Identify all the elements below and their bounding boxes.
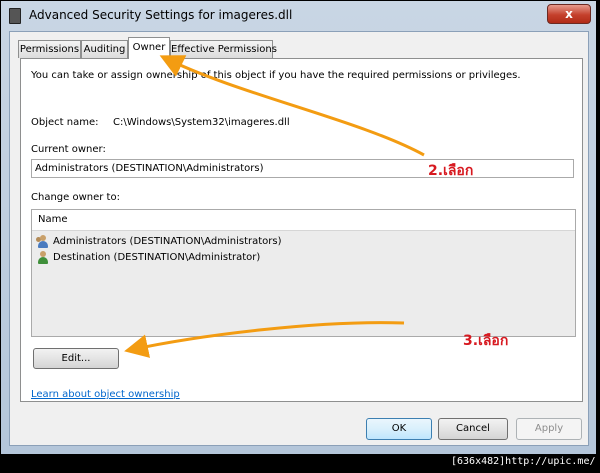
edit-button[interactable]: Edit...	[33, 348, 119, 369]
title-bar[interactable]: Advanced Security Settings for imageres.…	[1, 1, 596, 31]
change-owner-label: Change owner to:	[31, 192, 120, 203]
object-name-label: Object name:	[31, 117, 99, 128]
tab-effective-permissions[interactable]: Effective Permissions	[170, 40, 277, 58]
object-name-value: C:\Windows\System32\imageres.dll	[113, 117, 290, 128]
owner-list[interactable]: Name Administrators (DESTINATION\Adminis…	[31, 209, 576, 337]
annotation-step-3: 3.เลือก	[463, 333, 509, 349]
list-item-label: Administrators (DESTINATION\Administrato…	[53, 236, 282, 247]
current-owner-label: Current owner:	[31, 144, 106, 155]
intro-text: You can take or assign ownership of this…	[31, 70, 521, 81]
user-icon	[36, 250, 50, 264]
apply-button[interactable]: Apply	[516, 418, 582, 440]
list-column-header[interactable]: Name	[32, 210, 575, 231]
cancel-button[interactable]: Cancel	[438, 418, 508, 440]
name-column-label: Name	[38, 214, 68, 225]
ok-button[interactable]: OK	[366, 418, 432, 440]
window-title: Advanced Security Settings for imageres.…	[29, 8, 293, 22]
dialog-body: Permissions Auditing Owner Effective Per…	[9, 31, 589, 446]
annotation-step-2: 2.เลือก	[428, 163, 474, 179]
watermark-text: [636x482]http://upic.me/	[451, 456, 596, 467]
list-item-label: Destination (DESTINATION\Administrator)	[53, 252, 261, 263]
learn-ownership-link[interactable]: Learn about object ownership	[31, 389, 180, 400]
tab-owner[interactable]: Owner	[128, 37, 170, 59]
list-item[interactable]: Destination (DESTINATION\Administrator)	[36, 250, 260, 265]
current-owner-field[interactable]: Administrators (DESTINATION\Administrato…	[31, 159, 574, 178]
file-icon	[9, 8, 21, 24]
group-users-icon	[36, 234, 50, 248]
tab-auditing[interactable]: Auditing	[81, 40, 128, 58]
dialog-window: Advanced Security Settings for imageres.…	[0, 0, 597, 455]
list-item[interactable]: Administrators (DESTINATION\Administrato…	[36, 234, 282, 249]
tab-permissions[interactable]: Permissions	[18, 40, 81, 58]
close-button[interactable]: x	[547, 4, 591, 24]
